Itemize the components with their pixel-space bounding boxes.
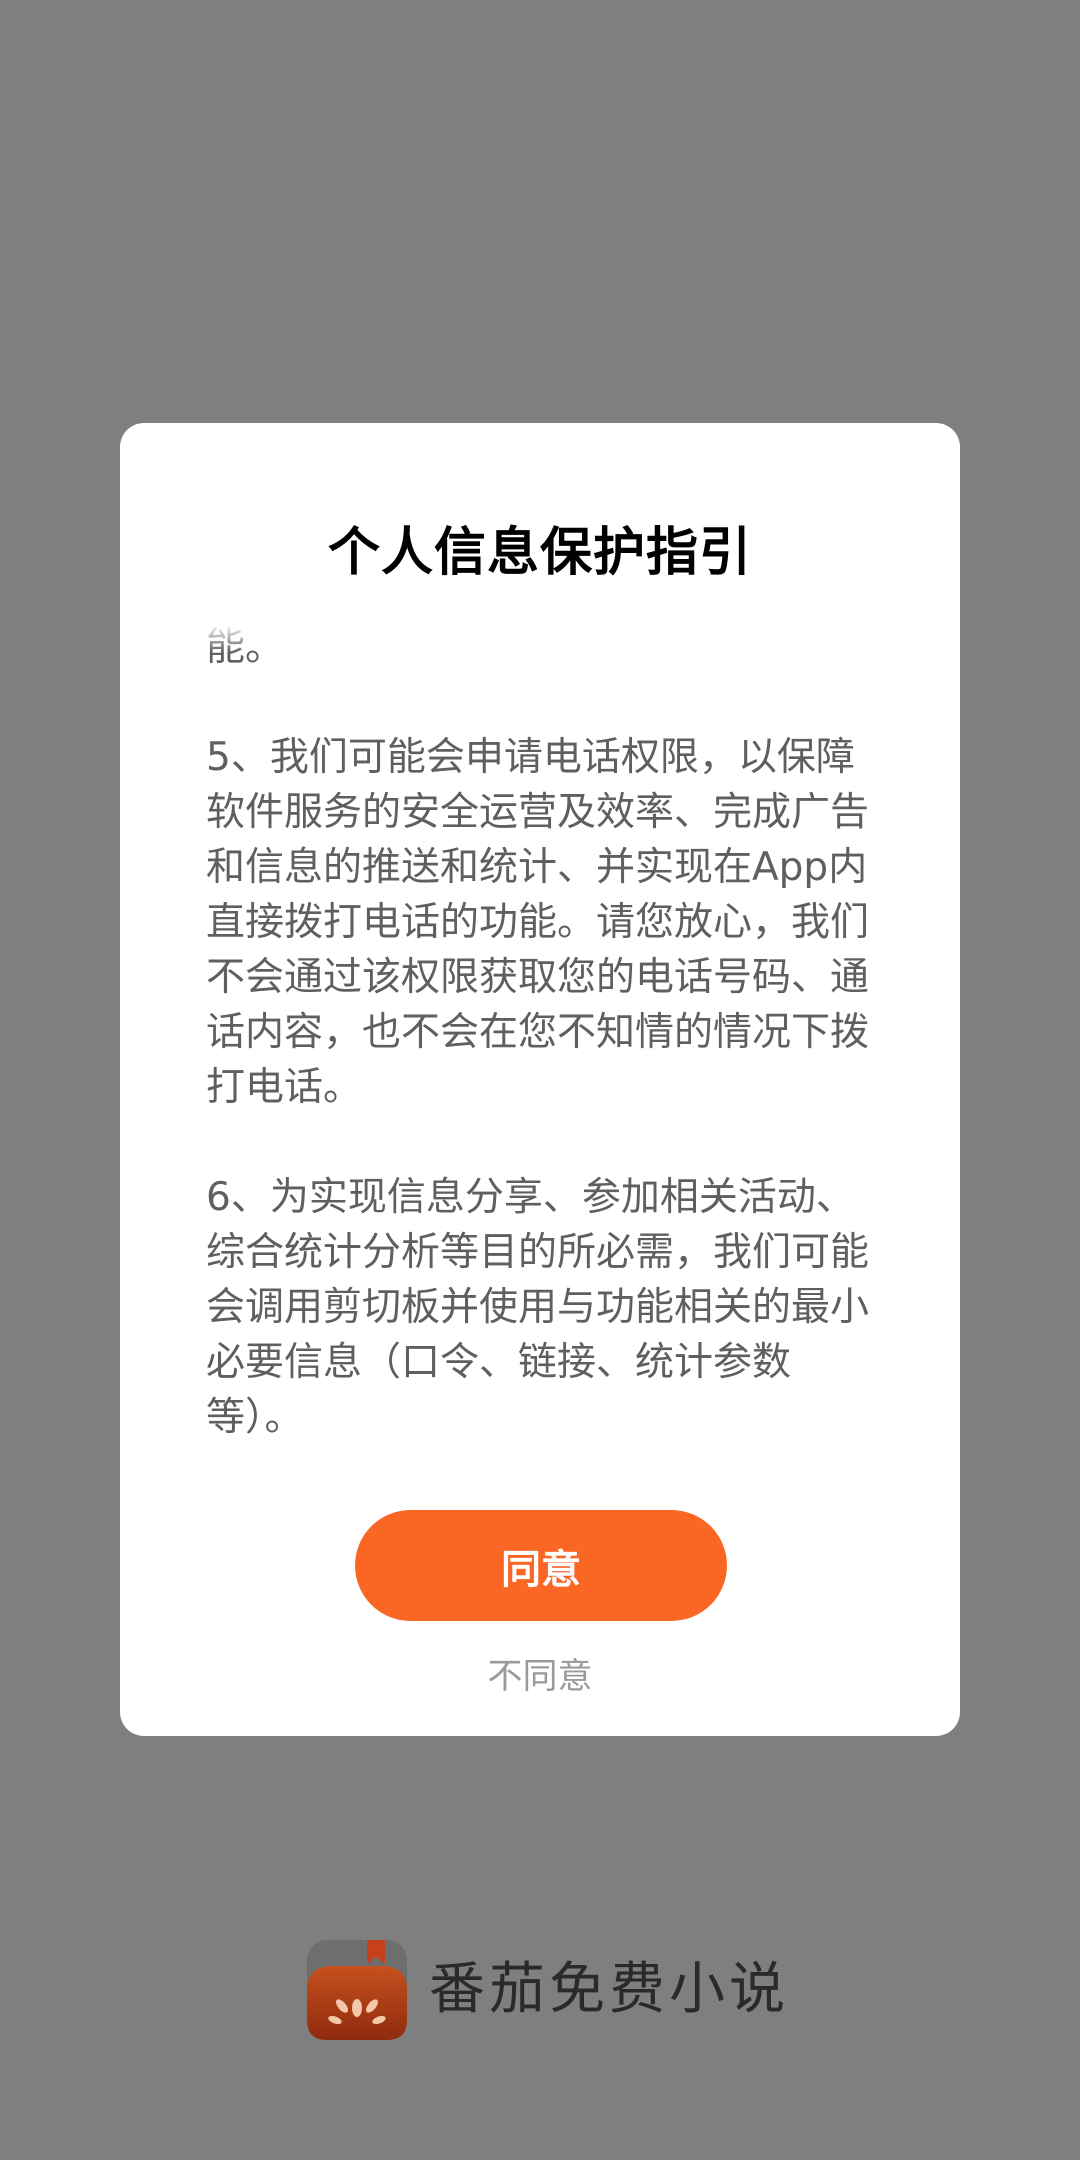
app-name: 番茄免费小说	[429, 1957, 789, 2022]
dialog-title: 个人信息保护指引	[327, 523, 752, 583]
disagree-button[interactable]: 不同意	[120, 1653, 960, 1701]
privacy-text: 用升级、实现相关图片和小说的下载功能。 5、我们可能会申请电话权限，以保障软件服…	[206, 623, 876, 1500]
privacy-dialog: 个人信息保护指引 用升级、实现相关图片和小说的下载功能。 5、我们可能会申请电话…	[120, 423, 960, 1736]
privacy-paragraph: 5、我们可能会申请电话权限，以保障软件服务的安全运营及效率、完成广告和信息的推送…	[206, 735, 870, 1110]
scroll-fade-top	[206, 623, 876, 653]
tomato-book-icon	[305, 1938, 409, 2042]
agree-button[interactable]: 同意	[355, 1510, 727, 1621]
app-brand: 番茄免费小说	[305, 1935, 789, 2045]
privacy-paragraph: 6、为实现信息分享、参加相关活动、综合统计分析等目的所必需，我们可能会调用剪切板…	[206, 1175, 870, 1440]
